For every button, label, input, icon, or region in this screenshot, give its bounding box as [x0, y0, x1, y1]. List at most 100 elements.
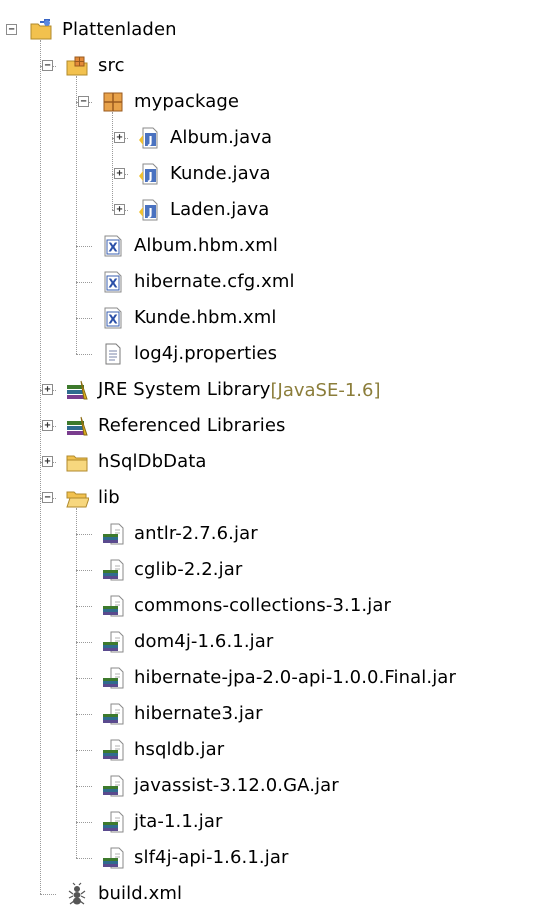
collapse-toggle-icon[interactable]: − [42, 60, 53, 71]
svg-text:X: X [108, 241, 118, 255]
tree-connector-horizontal [76, 606, 92, 607]
text-file-icon [100, 341, 126, 367]
folder-open-icon [64, 485, 90, 511]
package-icon [100, 89, 126, 115]
expand-toggle-icon[interactable]: + [114, 168, 125, 179]
tree-item-decoration: [JavaSE-1.6] [270, 379, 381, 401]
tree-item[interactable]: cglib-2.2.jar [100, 552, 242, 588]
tree-item[interactable]: build.xml [64, 876, 182, 912]
tree-connector-horizontal [76, 642, 92, 643]
xml-file-icon: X [100, 269, 126, 295]
jar-file-icon [100, 521, 126, 547]
jar-file-icon [100, 629, 126, 655]
tree-item-label: build.xml [98, 883, 183, 904]
jar-file-icon [100, 701, 126, 727]
tree-item[interactable]: log4j.properties [100, 336, 277, 372]
tree-item-label: slf4j-api-1.6.1.jar [134, 847, 289, 868]
ant-file-icon [64, 881, 90, 907]
jar-file-icon [100, 773, 126, 799]
tree-item[interactable]: hibernate-jpa-2.0-api-1.0.0.Final.jar [100, 660, 456, 696]
svg-text:J: J [147, 134, 152, 147]
tree-item[interactable]: hsqldb.jar [100, 732, 224, 768]
project-icon [28, 17, 54, 43]
expand-toggle-icon[interactable]: + [114, 204, 125, 215]
java-file-icon: J [136, 161, 162, 187]
tree-item-label: hSqlDbData [98, 451, 207, 472]
expand-toggle-icon[interactable]: + [42, 384, 53, 395]
tree-connector-vertical [76, 76, 77, 354]
tree-item-label: Kunde.hbm.xml [134, 307, 277, 328]
collapse-toggle-icon[interactable]: − [78, 96, 89, 107]
collapse-toggle-icon[interactable]: − [6, 24, 17, 35]
tree-item[interactable]: dom4j-1.6.1.jar [100, 624, 273, 660]
tree-item-label: commons-collections-3.1.jar [134, 595, 391, 616]
svg-text:X: X [108, 313, 118, 327]
tree-item[interactable]: lib [64, 480, 120, 516]
tree-item[interactable]: X Album.hbm.xml [100, 228, 278, 264]
tree-connector-horizontal [76, 678, 92, 679]
tree-connector-horizontal [76, 750, 92, 751]
tree-item[interactable]: hSqlDbData [64, 444, 207, 480]
expand-toggle-icon[interactable]: + [42, 456, 53, 467]
source-folder-icon [64, 53, 90, 79]
tree-item-label: log4j.properties [134, 343, 278, 364]
tree-item-label: jta-1.1.jar [134, 811, 223, 832]
tree-item[interactable]: slf4j-api-1.6.1.jar [100, 840, 288, 876]
tree-connector-horizontal [76, 714, 92, 715]
tree-item[interactable]: hibernate3.jar [100, 696, 263, 732]
jar-file-icon [100, 809, 126, 835]
tree-item[interactable]: J Kunde.java [136, 156, 271, 192]
tree-connector-horizontal [76, 282, 92, 283]
tree-connector-horizontal [76, 858, 92, 859]
expand-toggle-icon[interactable]: + [42, 420, 53, 431]
java-file-icon: J [136, 125, 162, 151]
tree-connector-horizontal [76, 246, 92, 247]
project-explorer-tree: − Plattenladen − src − mypackage + J Album.java +… [0, 0, 541, 905]
tree-item[interactable]: Referenced Libraries [64, 408, 286, 444]
jar-file-icon [100, 845, 126, 871]
tree-item[interactable]: X Kunde.hbm.xml [100, 300, 277, 336]
tree-item[interactable]: Xhibernate.cfg.xml [100, 264, 295, 300]
tree-item-label: Album.hbm.xml [134, 235, 278, 256]
tree-item[interactable]: J Laden.java [136, 192, 269, 228]
tree-item-label: Album.java [170, 127, 273, 148]
library-icon [64, 377, 90, 403]
tree-item[interactable]: antlr-2.7.6.jar [100, 516, 258, 552]
tree-item-label: antlr-2.7.6.jar [134, 523, 258, 544]
tree-item-label: mypackage [134, 91, 240, 112]
tree-item-label: Referenced Libraries [98, 415, 286, 436]
jar-file-icon [100, 737, 126, 763]
tree-item[interactable]: Plattenladen [28, 12, 177, 48]
tree-item[interactable]: jta-1.1.jar [100, 804, 222, 840]
jar-file-icon [100, 557, 126, 583]
tree-connector-horizontal [76, 570, 92, 571]
svg-text:X: X [108, 277, 118, 291]
tree-item-label: Kunde.java [170, 163, 271, 184]
collapse-toggle-icon[interactable]: − [42, 492, 53, 503]
tree-connector-horizontal [76, 786, 92, 787]
library-icon [64, 413, 90, 439]
tree-item-label: Plattenladen [62, 19, 177, 40]
tree-item-label: dom4j-1.6.1.jar [134, 631, 274, 652]
tree-item-label: src [98, 55, 125, 76]
tree-item[interactable]: mypackage [100, 84, 239, 120]
tree-connector-horizontal [76, 318, 92, 319]
tree-item[interactable]: javassist-3.12.0.GA.jar [100, 768, 339, 804]
tree-item[interactable]: src [64, 48, 125, 84]
tree-item[interactable]: JRE System Library [JavaSE-1.6] [64, 372, 381, 408]
xml-file-icon: X [100, 233, 126, 259]
svg-text:J: J [147, 170, 152, 183]
tree-connector-horizontal [40, 894, 56, 895]
tree-item[interactable]: commons-collections-3.1.jar [100, 588, 391, 624]
tree-item-label: hibernate.cfg.xml [134, 271, 295, 292]
folder-icon [64, 449, 90, 475]
expand-toggle-icon[interactable]: + [114, 132, 125, 143]
tree-item[interactable]: J Album.java [136, 120, 272, 156]
tree-connector-horizontal [76, 822, 92, 823]
svg-text:J: J [147, 206, 152, 219]
tree-connector-vertical [112, 112, 113, 210]
tree-connector-horizontal [76, 354, 92, 355]
java-file-icon: J [136, 197, 162, 223]
tree-connector-vertical [76, 508, 77, 858]
tree-item-label: cglib-2.2.jar [134, 559, 243, 580]
